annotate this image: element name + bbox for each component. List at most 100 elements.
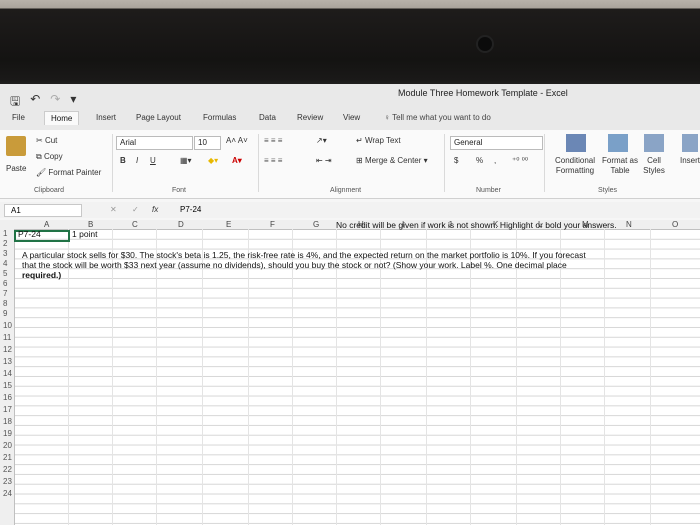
tab-review[interactable]: Review [297,113,323,122]
decimal-icon[interactable]: ⁺⁰ ⁰⁰ [512,156,528,165]
cell-styles-button[interactable]: Cell Styles [640,156,668,176]
column-header[interactable]: F [270,220,275,229]
tab-formulas[interactable]: Formulas [203,113,236,122]
row-header[interactable]: 17 [3,405,12,414]
enter-icon[interactable]: ✓ [132,205,139,214]
formula-input[interactable]: P7-24 [180,204,680,215]
row-header[interactable]: 23 [3,477,12,486]
copy-button[interactable]: ⧉ Copy [36,152,63,162]
column-header[interactable]: D [178,220,184,229]
insert-button[interactable]: Insert [680,156,700,165]
row-header[interactable]: 10 [3,321,12,330]
orientation-icon[interactable]: ↗▾ [316,136,327,145]
cell-styles-icon[interactable] [644,134,664,152]
left-align-icon[interactable]: ≡ ≡ ≡ [264,156,282,165]
wrap-text-button[interactable]: ↵ Wrap Text [356,136,401,145]
font-size-dropdown[interactable]: 10 [194,136,221,150]
column-header[interactable]: E [226,220,231,229]
font-color-icon[interactable]: A▾ [232,156,242,165]
worksheet-grid[interactable]: A B C D E F G H I J K L M N O 1 2 3 4 5 … [0,220,700,525]
column-header[interactable]: A [44,220,49,229]
tab-insert[interactable]: Insert [96,113,116,122]
row-header[interactable]: 8 [3,299,7,308]
gridline [336,229,337,525]
row-header[interactable]: 4 [3,259,7,268]
tab-data[interactable]: Data [259,113,276,122]
borders-icon[interactable]: ▦▾ [180,156,192,165]
cut-button[interactable]: ✂ Cut [36,136,57,145]
merge-center-button[interactable]: ⊞ Merge & Center ▾ [356,156,428,165]
title-bar: 🖫 ↶ ↷ ▾ Module Three Homework Template -… [0,84,700,112]
row-header[interactable]: 15 [3,381,12,390]
cell-h1[interactable]: No credit will be given if work is not s… [336,220,617,230]
cancel-icon[interactable]: ✕ [110,205,117,214]
column-header[interactable]: B [88,220,93,229]
cell-a4[interactable]: that the stock will be worth $33 next ye… [22,260,567,270]
insert-cells-icon[interactable] [682,134,698,152]
row-header[interactable]: 24 [3,489,12,498]
number-format-dropdown[interactable]: General [450,136,543,150]
format-table-icon[interactable] [608,134,628,152]
conditional-formatting-button[interactable]: Conditional Formatting [552,156,598,176]
tab-home[interactable]: Home [44,111,80,125]
conditional-formatting-icon[interactable] [566,134,586,152]
row-header[interactable]: 1 [3,229,7,238]
tab-view[interactable]: View [343,113,360,122]
gridline [650,229,651,525]
italic-button[interactable]: I [136,156,138,165]
row-header[interactable]: 5 [3,269,7,278]
cell-a1[interactable]: P7-24 [18,229,41,239]
row-header[interactable]: 13 [3,357,12,366]
row-header[interactable]: 3 [3,249,7,258]
percent-button[interactable]: % [476,156,483,165]
column-header[interactable]: G [313,220,319,229]
row-header[interactable]: 7 [3,289,7,298]
row-header[interactable]: 16 [3,393,12,402]
indent-icon[interactable]: ⇤ ⇥ [316,156,332,165]
column-header[interactable]: C [132,220,138,229]
copy-icon: ⧉ [36,152,42,161]
row-header[interactable]: 9 [3,309,7,318]
grow-font-icon[interactable]: A˄ A˅ [226,136,248,145]
customize-toolbar-icon[interactable]: ▾ [70,92,76,113]
currency-button[interactable]: $ [454,156,458,165]
row-header[interactable]: 11 [3,333,11,342]
tell-me-search[interactable]: ♀ Tell me what you want to do [384,113,491,122]
format-as-table-button[interactable]: Format as Table [602,156,638,176]
row-header[interactable]: 2 [3,239,7,248]
paste-button[interactable]: Paste [6,164,26,173]
format-painter-button[interactable]: 🖌 Format Painter [36,168,101,177]
comma-button[interactable]: , [494,156,496,165]
fx-icon[interactable]: fx [152,205,158,214]
row-header[interactable]: 18 [3,417,12,426]
save-icon[interactable]: 🖫 [10,92,20,113]
undo-icon[interactable]: ↶ [30,92,40,113]
column-header[interactable]: N [626,220,632,229]
row-header[interactable]: 12 [3,345,12,354]
gridline [426,229,427,525]
cell-a5[interactable]: required.) [22,270,61,280]
fill-color-icon[interactable]: ◆▾ [208,156,218,165]
redo-icon[interactable]: ↷ [50,92,60,113]
divider [544,134,545,192]
top-align-icon[interactable]: ≡ ≡ ≡ [264,136,282,145]
paste-icon[interactable] [6,136,26,156]
tab-file[interactable]: File [12,113,25,122]
row-header[interactable]: 6 [3,279,7,288]
row-header[interactable]: 22 [3,465,12,474]
bold-button[interactable]: B [120,156,126,165]
number-group-label: Number [476,187,501,194]
underline-button[interactable]: U [150,156,156,165]
row-header[interactable]: 20 [3,441,12,450]
row-header[interactable]: 14 [3,369,12,378]
name-box[interactable]: A1 [4,204,82,217]
row-header[interactable]: 21 [3,453,12,462]
webcam [478,37,492,51]
cell-a3[interactable]: A particular stock sells for $30. The st… [22,250,586,260]
tab-page-layout[interactable]: Page Layout [136,113,181,122]
row-header[interactable]: 19 [3,429,12,438]
cell-b1[interactable]: 1 point [72,229,98,239]
column-header[interactable]: O [672,220,678,229]
gridline [516,229,517,525]
font-name-dropdown[interactable]: Arial [116,136,193,150]
